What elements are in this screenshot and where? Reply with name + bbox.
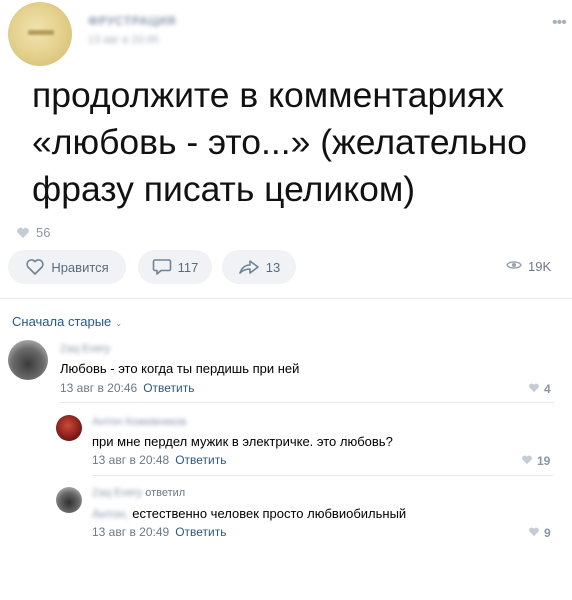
reply-addressee[interactable]: Антон, — [92, 507, 129, 521]
heart-icon — [521, 454, 533, 468]
views-count: 19K — [528, 259, 552, 274]
comment-author-name[interactable]: Zaq Every — [60, 343, 110, 355]
comment-text: Любовь - это когда ты пердишь при ней — [60, 361, 300, 376]
post-likes-count[interactable]: 56 — [36, 225, 50, 240]
comment-text-line: Антон, естественно человек просто любвио… — [92, 506, 406, 521]
heart-icon — [16, 226, 30, 244]
comment-meta: 13 авг в 20:49 Ответить — [92, 525, 226, 539]
post-more-icon[interactable]: ••• — [552, 14, 567, 32]
views-counter: 19K — [506, 259, 551, 274]
comment-like-button[interactable]: 4 — [528, 382, 551, 396]
comment-like-button[interactable]: 9 — [528, 526, 551, 540]
heart-icon — [528, 526, 540, 540]
replied-label: ответил — [145, 487, 186, 499]
heart-icon — [528, 382, 540, 396]
comment-date[interactable]: 13 авг в 20:49 — [92, 525, 169, 539]
comment-button[interactable]: 117 — [138, 250, 212, 284]
comment-date[interactable]: 13 авг в 20:46 — [60, 381, 137, 395]
section-divider — [0, 298, 572, 299]
comments-sort-dropdown[interactable]: Сначала старые ⌄ — [12, 314, 122, 329]
comment-icon — [152, 258, 172, 276]
like-button[interactable]: Нравится — [8, 250, 126, 284]
comment-header: Zaq Every ответил — [92, 487, 185, 499]
comment-like-button[interactable]: 19 — [521, 454, 550, 468]
comment-author-avatar[interactable] — [8, 340, 48, 380]
comment-author-avatar[interactable] — [56, 487, 82, 513]
comment-text: при мне пердел мужик в электричке. это л… — [92, 434, 393, 449]
comments-count: 117 — [177, 259, 199, 275]
heart-outline-icon — [25, 258, 45, 276]
reply-button[interactable]: Ответить — [175, 453, 226, 467]
comment-divider — [92, 475, 554, 476]
post-date[interactable]: 13 авг в 20:45 — [88, 34, 159, 46]
chevron-down-icon: ⌄ — [114, 318, 123, 328]
sort-label: Сначала старые — [12, 314, 112, 329]
comment-divider — [60, 402, 554, 403]
comment-meta: 13 авг в 20:46 Ответить — [60, 381, 194, 395]
comment-meta: 13 авг в 20:48 Ответить — [92, 453, 226, 467]
eye-icon — [506, 259, 522, 274]
comment-like-count: 4 — [544, 382, 551, 396]
reply-button[interactable]: Ответить — [175, 525, 226, 539]
community-avatar[interactable] — [8, 2, 72, 66]
post-author-name[interactable]: ФРУСТРАЦИЯ — [88, 14, 176, 28]
comment-date[interactable]: 13 авг в 20:48 — [92, 453, 169, 467]
comment-author-avatar[interactable] — [56, 415, 82, 441]
comment-like-count: 9 — [544, 526, 551, 540]
comment-text: естественно человек просто любвиобильный — [132, 506, 407, 521]
share-icon — [238, 258, 260, 276]
comment-author-name[interactable]: Антон Кожевников — [92, 416, 186, 428]
comment-author-name[interactable]: Zaq Every — [92, 487, 142, 499]
reply-button[interactable]: Ответить — [143, 381, 194, 395]
comment-like-count: 19 — [537, 454, 551, 468]
share-button[interactable]: 13 — [222, 250, 296, 284]
like-label: Нравится — [51, 259, 109, 275]
post-text: продолжите в комментариях «любовь - это.… — [32, 75, 527, 209]
shares-count: 13 — [265, 259, 281, 275]
